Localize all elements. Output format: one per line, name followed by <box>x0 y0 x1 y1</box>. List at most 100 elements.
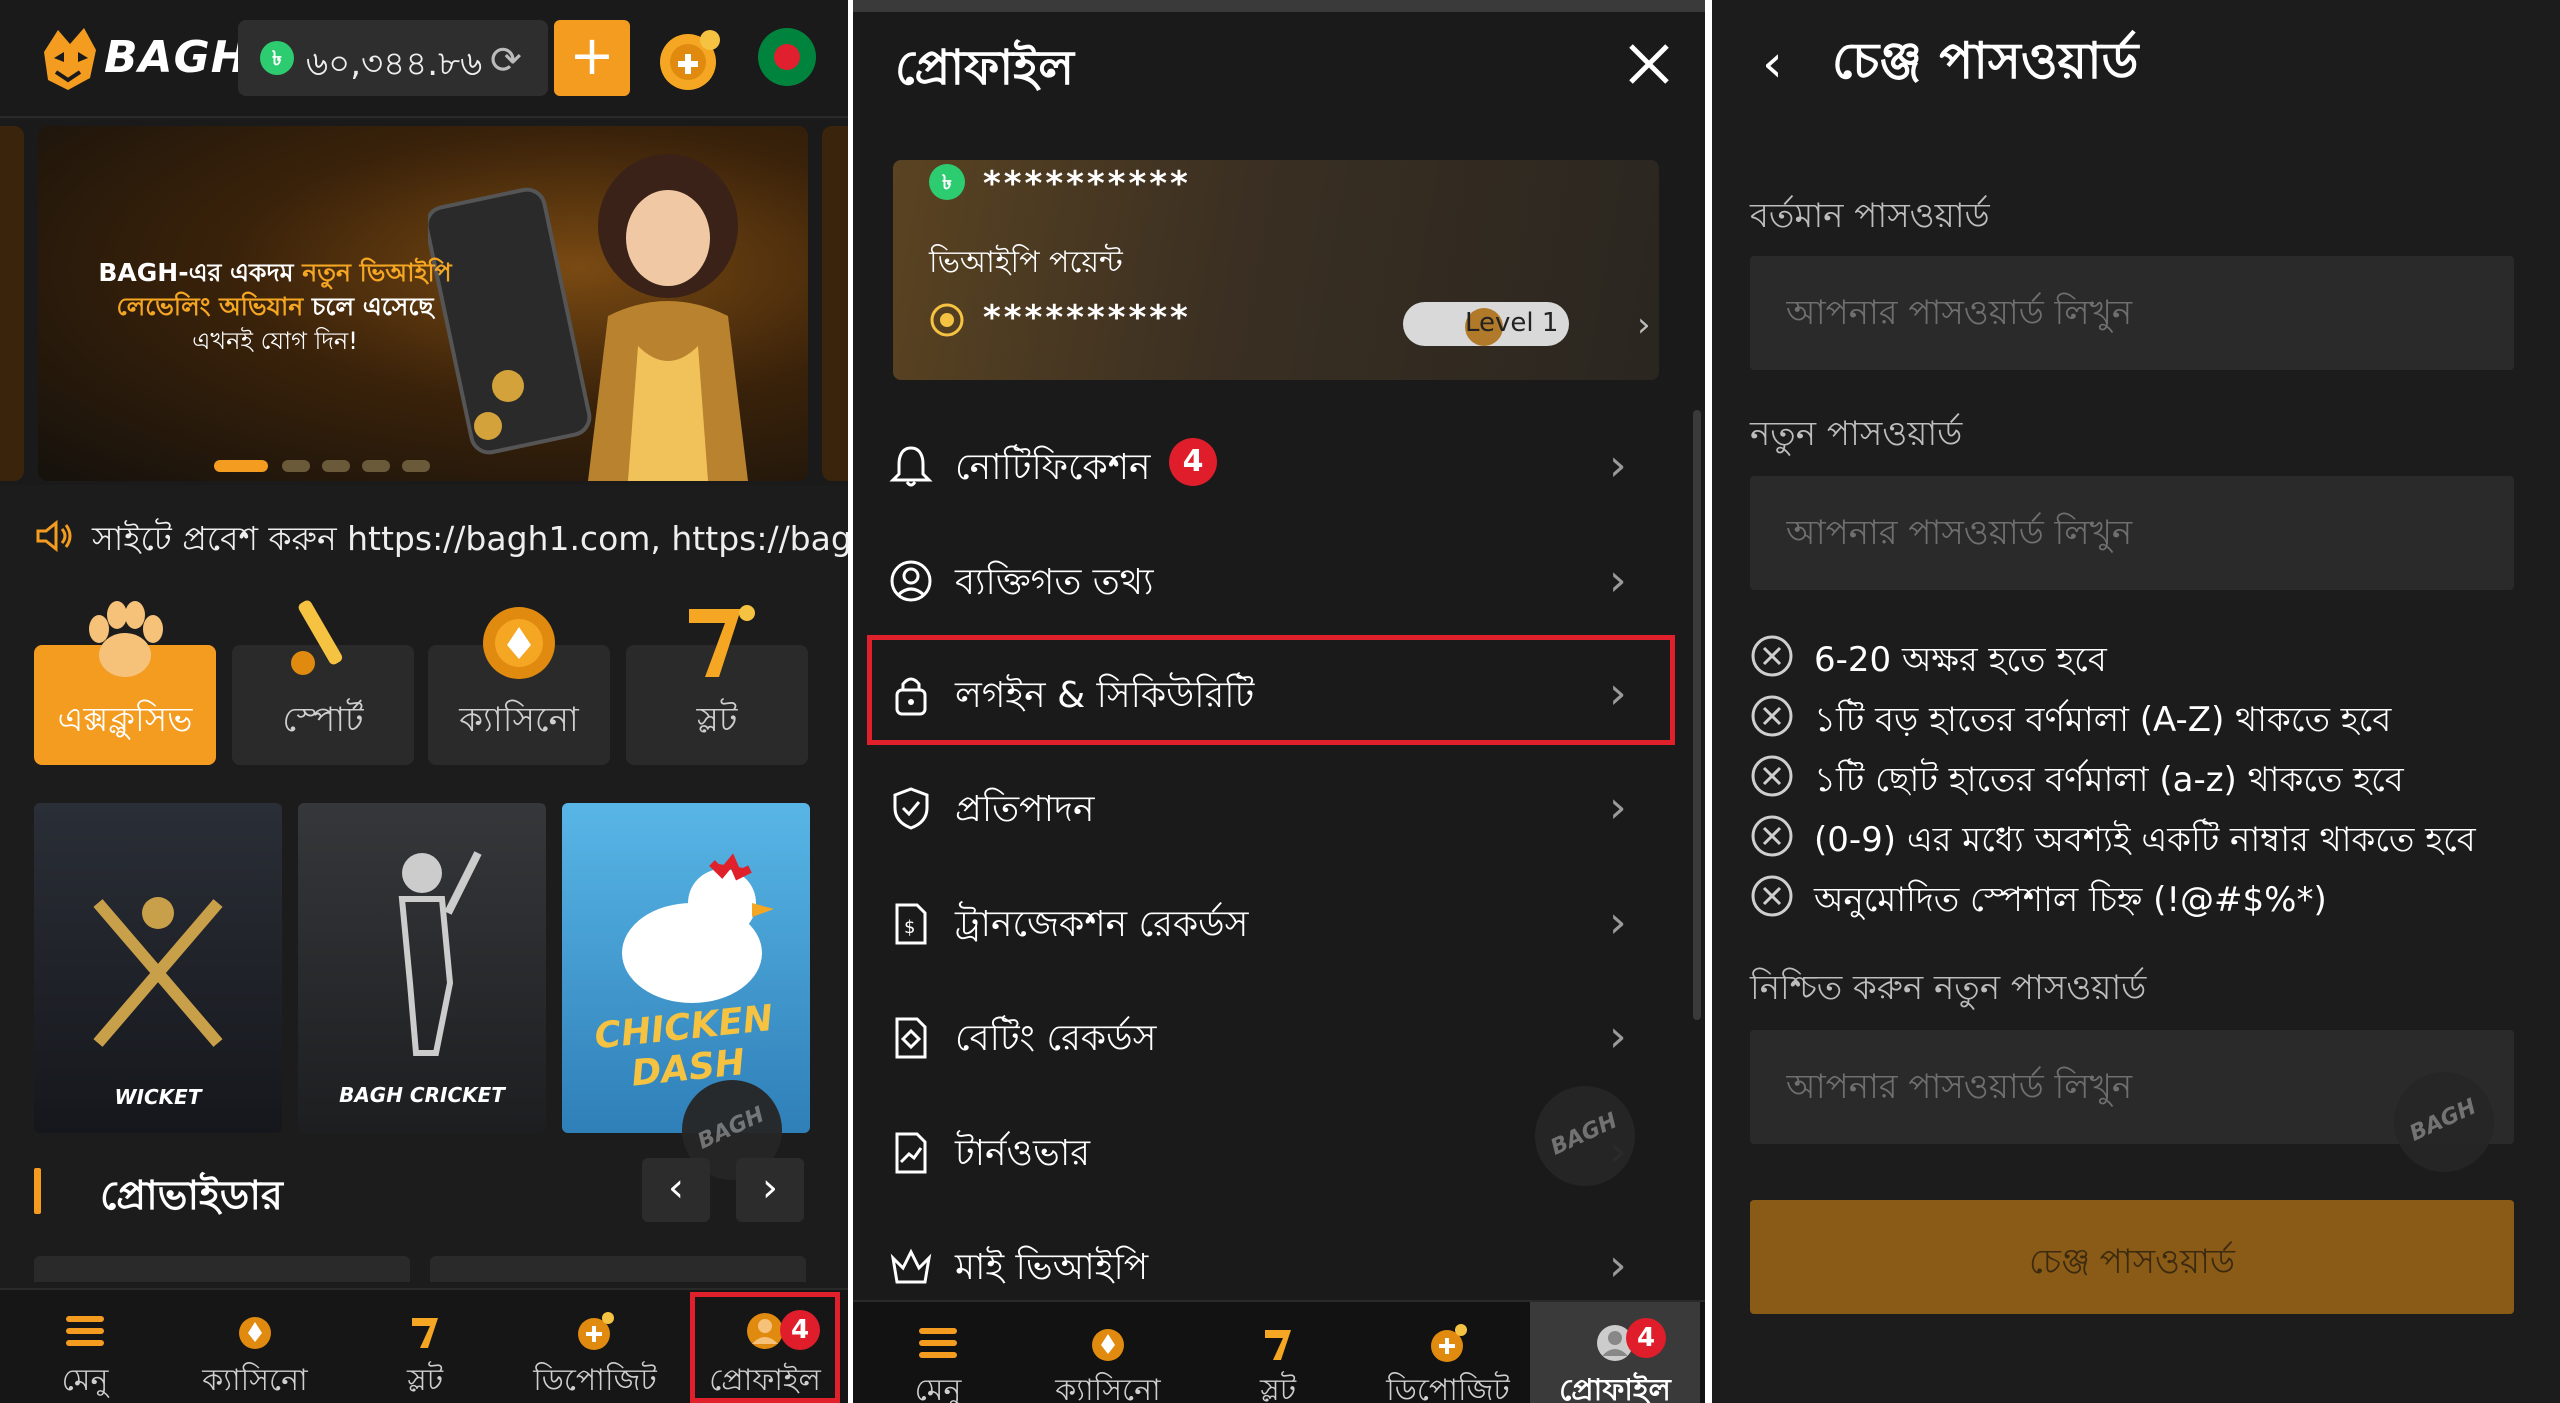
menu-item-my-vip[interactable]: মাই ভিআইপি › <box>853 1210 1705 1310</box>
current-password-input[interactable] <box>1750 256 2514 370</box>
tiger-head-icon <box>44 28 96 90</box>
category-slot[interactable]: স্লট <box>626 605 808 765</box>
vip-points-label: ভিআইপি পয়েন্ট <box>929 245 1123 280</box>
nav-slot[interactable]: স্লট <box>340 1290 510 1403</box>
carousel-dot[interactable] <box>362 460 390 472</box>
floating-support-button[interactable]: BAGH <box>1535 1086 1635 1186</box>
change-password-title: চেঞ্জ পাসওয়ার্ড <box>1832 32 2139 90</box>
banner-next-peek <box>822 126 848 481</box>
nav-label: স্লট <box>1259 1373 1297 1403</box>
floating-support-button[interactable]: BAGH <box>2394 1072 2494 1172</box>
vip-summary-card[interactable]: ৳ ********** ভিআইপি পয়েন্ট ********** L… <box>893 160 1659 380</box>
deposit-coin-icon <box>578 1312 614 1350</box>
game-tile-bagh-cricket[interactable]: BAGH CRICKET <box>298 803 546 1133</box>
current-password-field[interactable] <box>1750 256 2514 370</box>
category-casino[interactable]: ক্যাসিনো <box>428 607 610 765</box>
chevron-right-icon: › <box>1609 555 1627 606</box>
close-icon[interactable] <box>1621 36 1677 92</box>
game-tile-wicket[interactable]: WICKET <box>34 803 282 1133</box>
nav-profile-active[interactable]: 4 প্রোফাইল <box>1530 1302 1700 1403</box>
nav-menu[interactable]: মেনু <box>0 1290 170 1403</box>
menu-item-betting-records[interactable]: বেটিং রেকর্ডস › <box>853 981 1705 1081</box>
nav-deposit[interactable]: ডিপোজিট <box>510 1290 680 1403</box>
rule-text: ১টি ছোট হাতের বর্ণমালা (a-z) থাকতে হবে <box>1814 760 2404 800</box>
category-label: এক্সক্লুসিভ <box>57 700 193 740</box>
menu-item-verification[interactable]: প্রতিপাদন › <box>853 752 1705 852</box>
new-password-field[interactable] <box>1750 476 2514 590</box>
game-tiles: WICKET BAGH CRICKET CHICKEN DASH <box>34 803 814 1133</box>
provider-card[interactable] <box>430 1256 806 1282</box>
nav-slot[interactable]: স্লট <box>1193 1302 1363 1403</box>
masked-vip-points: ********** <box>983 298 1191 338</box>
notification-badge: 4 <box>1169 438 1217 486</box>
bangladesh-flag-icon[interactable] <box>758 28 816 86</box>
carousel-dot-active[interactable] <box>214 460 268 472</box>
marquee-text: সাইটে প্রবেশ করুন https://bagh1.com, htt… <box>92 519 848 558</box>
nav-label: ডিপোজিট <box>533 1363 657 1398</box>
top-strip <box>853 0 1705 12</box>
coin-bonus-icon[interactable] <box>652 22 728 94</box>
change-password-button[interactable]: চেঞ্জ পাসওয়ার্ড <box>1750 1200 2514 1314</box>
nav-menu[interactable]: মেনু <box>853 1302 1023 1403</box>
menu-item-personal-info[interactable]: ব্যক্তিগত তথ্য › <box>853 525 1705 625</box>
nav-deposit[interactable]: ডিপোজিট <box>1363 1302 1533 1403</box>
carousel-dot[interactable] <box>402 460 430 472</box>
betting-document-icon <box>895 1017 927 1059</box>
provider-card[interactable] <box>34 1256 410 1282</box>
lady-character-illustration <box>588 154 748 481</box>
providers-prev-button[interactable]: ‹ <box>642 1158 710 1222</box>
balance-value: ৬০,৩৪৪.৮৬ <box>306 44 483 84</box>
game-tile-chicken-dash[interactable]: CHICKEN DASH <box>562 803 810 1133</box>
category-label: ক্যাসিনো <box>459 700 579 740</box>
trend-chart-icon <box>895 1132 927 1174</box>
banner-prev-peek <box>0 126 24 481</box>
menu-item-transaction-records[interactable]: $ ট্রানজেকশন রেকর্ডস › <box>853 867 1705 967</box>
shield-check-icon <box>893 787 929 830</box>
taka-coin-icon: ৳ <box>929 164 965 200</box>
banner-slide[interactable]: BAGH-এর একদম নতুন ভিআইপি লেভেলিং অভিযান … <box>38 126 808 481</box>
banner-line3: এখনই যোগ দিন! <box>192 327 358 355</box>
announcement-marquee[interactable]: সাইটে প্রবেশ করুন https://bagh1.com, htt… <box>0 505 848 563</box>
bottom-navigation: মেনু ক্যাসিনো স্লট ডিপোজিট 4 প্রোফাইল <box>853 1300 1705 1403</box>
crown-icon <box>890 1248 932 1284</box>
section-accent-bar <box>34 1168 41 1214</box>
deposit-plus-button[interactable]: + <box>554 20 630 96</box>
providers-title: প্রোভাইডার <box>100 1173 283 1219</box>
circle-x-icon <box>1751 635 1793 677</box>
nav-casino[interactable]: ক্যাসিনো <box>170 1290 340 1403</box>
menu-item-notifications[interactable]: নোটিফিকেশন 4 › <box>853 410 1705 510</box>
carousel-dot[interactable] <box>322 460 350 472</box>
bagh-logo[interactable]: BAGH <box>34 22 248 94</box>
back-chevron-icon[interactable]: ‹ <box>1762 34 1783 94</box>
speaker-icon <box>36 519 72 553</box>
profile-title: প্রোফাইল <box>895 40 1074 96</box>
new-password-input[interactable] <box>1750 476 2514 590</box>
tile-label: CHICKEN DASH <box>592 997 775 1095</box>
chevron-right-icon: › <box>1609 897 1627 948</box>
tile-label: BAGH CRICKET <box>339 1083 505 1107</box>
category-exclusive[interactable]: এক্সক্লুসিভ <box>34 601 216 765</box>
vip-point-icon <box>930 303 964 337</box>
circle-x-icon <box>1751 815 1793 857</box>
carousel-dot[interactable] <box>282 460 310 472</box>
menu-label: ট্রানজেকশন রেকর্ডস <box>955 904 1249 945</box>
chevron-right-icon[interactable]: › <box>1637 305 1651 345</box>
rule-text: 6-20 অক্ষর হতে হবে <box>1814 640 2107 680</box>
cricket-bat-icon <box>291 600 343 675</box>
bell-icon <box>889 446 933 487</box>
deposit-coin-icon <box>1431 1324 1467 1362</box>
banner-line1: BAGH-এর একদম <box>98 258 303 287</box>
password-rule: অনুমোদিত স্পেশাল চিহ্ন (!@#$%*) <box>1750 870 2530 920</box>
home-screen-panel: BAGH ৳ ৬০,৩৪৪.৮৬ ⟳ + BAGH-এর একদম নতুন ভ… <box>0 0 848 1403</box>
circle-x-icon <box>1751 695 1793 737</box>
lucky-seven-icon <box>689 605 755 677</box>
document-dollar-icon: $ <box>895 903 927 945</box>
nav-casino[interactable]: ক্যাসিনো <box>1023 1302 1193 1403</box>
nav-label: মেনু <box>61 1363 109 1398</box>
providers-next-button[interactable]: › <box>736 1158 804 1222</box>
refresh-icon[interactable]: ⟳ <box>490 38 522 82</box>
balance-box[interactable]: ৳ ৬০,৩৪৪.৮৬ ⟳ <box>238 20 548 96</box>
promo-banner[interactable]: BAGH-এর একদম নতুন ভিআইপি লেভেলিং অভিযান … <box>0 120 848 485</box>
rule-text: ১টি বড় হাতের বর্ণমালা (A-Z) থাকতে হবে <box>1814 700 2392 740</box>
category-sport[interactable]: স্পোর্ট <box>232 600 414 765</box>
